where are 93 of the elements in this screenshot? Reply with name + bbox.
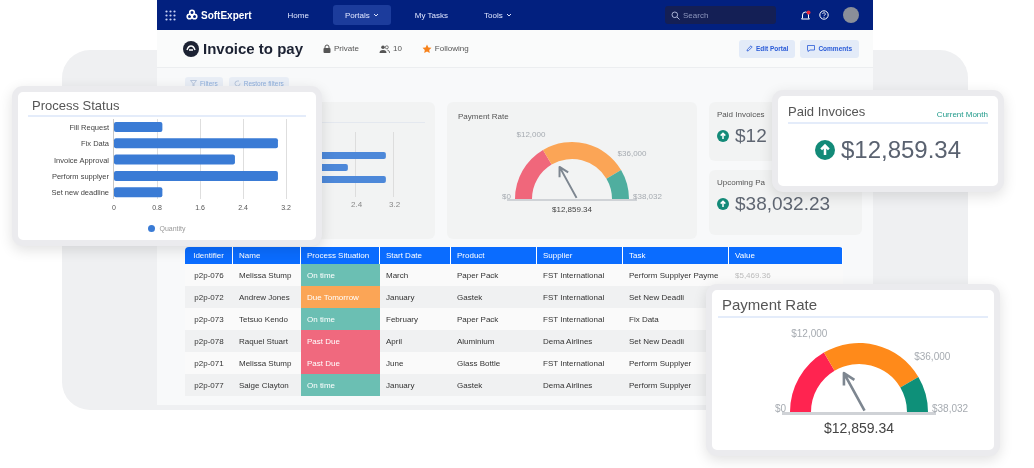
refresh-icon [233, 80, 241, 87]
nav-tab[interactable]: Tools [472, 5, 524, 25]
table-cell-text: Glass Bottle [456, 357, 502, 370]
table-cell-text: p2p-072 [193, 291, 225, 304]
arrow-up-icon [717, 198, 729, 210]
status-cell: On time [301, 374, 380, 396]
table-cell-text: FST International [542, 269, 606, 282]
axis-tick-label: 3.2 [389, 200, 401, 209]
table-cell-text: March [385, 269, 410, 282]
table-cell-text: p2p-071 [193, 357, 225, 370]
status-cell: Past Due [301, 352, 380, 374]
status-cell: On time [301, 264, 380, 286]
axis-tick-label: 2.4 [351, 200, 363, 209]
help-icon[interactable] [819, 10, 829, 20]
table-cell-text: p2p-076 [193, 269, 225, 282]
pencil-icon [745, 45, 753, 52]
table-cell-text: Set New Deadli [628, 335, 686, 348]
table-cell-text: p2p-073 [193, 313, 225, 326]
funnel-icon [190, 80, 197, 87]
table-cell-text: Andrew Jones [238, 291, 291, 304]
table-cell-text: FST International [542, 291, 606, 304]
card-title: Paid Invoices [788, 104, 866, 119]
period-label: Current Month [936, 110, 988, 119]
card-title: Payment Rate [458, 112, 510, 121]
arrow-up-icon [717, 130, 729, 142]
arrow-up-icon [814, 140, 835, 160]
table-cell-text: Paper Pack [456, 313, 500, 326]
status-cell: Due Tomorrow [301, 286, 380, 308]
table-cell-text: Melissa Stump [238, 269, 293, 282]
table-cell-text: Perform Supplyer Payme [628, 269, 720, 282]
nav-tab[interactable]: Home [275, 5, 321, 25]
table-cell-text: FST International [542, 357, 606, 370]
stat-value: $12 [735, 125, 767, 147]
bell-icon[interactable] [800, 9, 811, 21]
gauge-scale-label: $0 [774, 403, 786, 414]
table-cell-text: p2p-078 [193, 335, 225, 348]
table-cell-text: January [385, 379, 416, 392]
table-cell-text: Dema Airlines [542, 379, 594, 392]
stat-label: Upcoming Pa [717, 178, 766, 187]
portal-icon [183, 40, 199, 57]
table-cell-text: January [385, 291, 416, 304]
table-cell-text: June [385, 357, 405, 370]
table-cell-text: Saige Clayton [238, 379, 290, 392]
card-title: Process Status [28, 98, 306, 117]
gauge-scale-label: $0 [502, 192, 511, 201]
table-cell-text: Paper Pack [456, 269, 500, 282]
stat-value: $38,032.23 [735, 193, 831, 215]
gauge-scale-label: $38,032 [932, 403, 969, 414]
table-cell-text: Perform Supplyer [628, 357, 693, 370]
table-cell-text: FST International [542, 313, 606, 326]
table-cell-text: Perform Supplyer [628, 379, 693, 392]
bar [114, 187, 163, 198]
bar [114, 122, 163, 132]
status-cell: On time [301, 308, 380, 330]
gauge-scale-label: $36,000 [914, 351, 951, 363]
search-field[interactable]: Search [665, 6, 776, 24]
lock-icon [323, 44, 332, 53]
nav-tab[interactable]: Portals [332, 5, 391, 25]
table-cell-text: Fix Data [628, 313, 660, 326]
table-cell-text: Raquel Stuart [238, 335, 289, 348]
app-grid-icon[interactable] [165, 9, 176, 21]
gauge-value: $12,859.34 [552, 205, 592, 214]
gauge-scale-label: $12,000 [516, 129, 546, 139]
table-cell-text: p2p-077 [193, 379, 225, 392]
nav-tab[interactable]: My Tasks [402, 5, 460, 25]
gauge-scale-label: $38,032 [633, 192, 662, 201]
table-cell-text: Gastek [456, 291, 484, 304]
brand-name: SoftExpert [201, 9, 252, 21]
table-cell-text: Aluminium [456, 335, 496, 348]
avatar[interactable] [843, 7, 859, 23]
privacy-label: Private [334, 44, 359, 53]
search-icon [671, 11, 680, 20]
table-cell-text: Gastek [456, 379, 484, 392]
table-cell-text: Melissa Stump [238, 357, 293, 370]
chat-bubble-icon [807, 45, 816, 52]
gauge-value: $12,859.34 [823, 420, 895, 436]
gauge-scale-label: $12,000 [791, 327, 828, 339]
table-cell-text: Dema Airlines [542, 335, 594, 348]
member-count: 10 [392, 44, 402, 53]
gauge-scale-label: $36,000 [617, 148, 647, 158]
table-cell-text: February [385, 313, 419, 326]
portal-title: Invoice to pay [203, 40, 304, 57]
stat-value: $12,859.34 [840, 136, 962, 164]
card-title: Payment Rate [718, 296, 988, 318]
table-cell-text: Tetsuo Kendo [238, 313, 289, 326]
people-icon [378, 44, 390, 53]
status-cell: Past Due [301, 330, 380, 352]
star-icon[interactable] [421, 43, 432, 54]
table-cell-text: April [385, 335, 403, 348]
table-cell-text: Set New Deadli [628, 291, 686, 304]
flower-logo-icon [186, 9, 198, 21]
stat-label: Paid Invoices [717, 110, 765, 119]
follow-label: Following [434, 44, 469, 53]
